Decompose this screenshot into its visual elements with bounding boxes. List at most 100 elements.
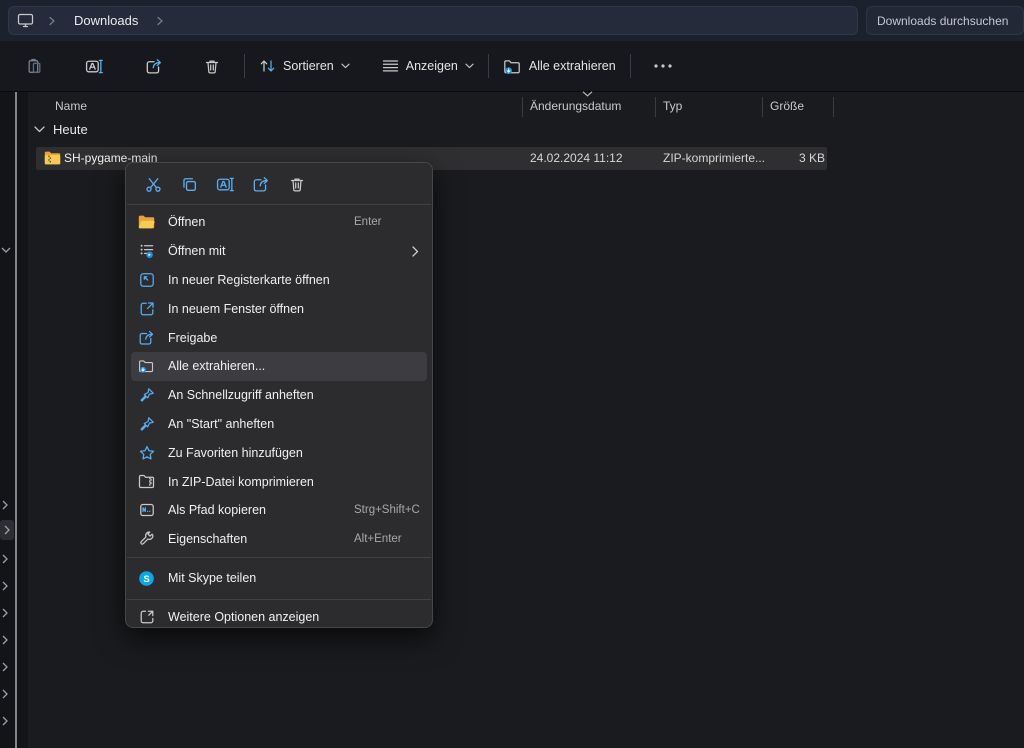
menu-item-favoriten[interactable]: Zu Favoriten hinzufügen xyxy=(131,438,427,467)
star-icon xyxy=(138,444,155,461)
rename-icon xyxy=(216,176,235,193)
menu-item-label: Als Pfad kopieren xyxy=(168,503,354,517)
menu-item-pfad-kopieren[interactable]: Als Pfad kopieren Strg+Shift+C xyxy=(131,496,427,525)
column-header-size[interactable]: Größe xyxy=(770,99,804,113)
menu-item-weitere-optionen[interactable]: Weitere Optionen anzeigen xyxy=(131,603,427,628)
menu-item-label: Mit Skype teilen xyxy=(168,571,354,585)
menu-item-label: In neuem Fenster öffnen xyxy=(168,302,354,316)
group-header-heute[interactable]: Heute xyxy=(34,122,88,137)
menu-separator xyxy=(127,599,431,600)
more-ellipsis-icon xyxy=(654,64,672,68)
menu-item-oeffnen[interactable]: Öffnen Enter xyxy=(131,208,427,237)
open-with-icon xyxy=(138,243,155,260)
column-resizer[interactable] xyxy=(522,97,523,117)
menu-item-label: Öffnen mit xyxy=(168,244,354,258)
tree-expand-chevron-icon[interactable] xyxy=(1,689,9,699)
more-options-button[interactable] xyxy=(637,48,689,84)
open-in-new-tab-icon xyxy=(138,271,155,288)
delete-button[interactable] xyxy=(186,48,238,84)
address-bar[interactable]: Downloads xyxy=(8,6,858,35)
column-resizer[interactable] xyxy=(655,97,656,117)
share-button[interactable] xyxy=(128,48,180,84)
menu-item-label: An Schnellzugriff anheften xyxy=(168,388,354,402)
file-size: 3 KB xyxy=(746,151,825,165)
tree-expand-chevron-icon[interactable] xyxy=(1,608,9,618)
trash-icon xyxy=(204,58,220,75)
menu-separator xyxy=(127,557,431,558)
menu-item-label: In neuer Registerkarte öffnen xyxy=(168,273,354,287)
paste-button[interactable] xyxy=(8,48,60,84)
breadcrumb-chevron-icon xyxy=(48,16,56,26)
tree-expand-chevron-icon[interactable] xyxy=(1,554,9,564)
column-header-name[interactable]: Name xyxy=(55,99,87,113)
group-label: Heute xyxy=(53,122,88,137)
toolbar-separator xyxy=(244,54,245,78)
extract-folder-icon xyxy=(503,58,522,75)
sort-label: Sortieren xyxy=(283,59,334,73)
show-more-options-icon xyxy=(138,609,155,626)
rename-button[interactable] xyxy=(207,170,243,200)
pin-icon xyxy=(138,387,155,404)
menu-item-skype-teilen[interactable]: S Mit Skype teilen xyxy=(131,561,427,596)
toolbar-separator xyxy=(488,54,489,78)
menu-item-schnellzugriff-anheften[interactable]: An Schnellzugriff anheften xyxy=(131,381,427,410)
chevron-down-icon xyxy=(341,63,350,69)
rename-button[interactable] xyxy=(68,48,120,84)
column-header-modified[interactable]: Änderungsdatum xyxy=(530,99,621,113)
chevron-down-icon xyxy=(465,63,474,69)
menu-item-neue-registerkarte[interactable]: In neuer Registerkarte öffnen xyxy=(131,266,427,295)
menu-item-shortcut: Enter xyxy=(354,216,382,228)
menu-item-alle-extrahieren[interactable]: Alle extrahieren... xyxy=(131,352,427,381)
menu-item-freigabe[interactable]: Freigabe xyxy=(131,323,427,352)
breadcrumb-chevron-icon[interactable] xyxy=(156,16,164,26)
menu-item-zip-komprimieren[interactable]: In ZIP-Datei komprimieren xyxy=(131,467,427,496)
tree-expand-chevron-icon[interactable] xyxy=(0,520,14,540)
extract-all-icon xyxy=(138,358,155,375)
search-input[interactable]: Downloads durchsuchen xyxy=(866,6,1024,35)
file-modified: 24.02.2024 11:12 xyxy=(530,151,623,165)
share-button[interactable] xyxy=(243,170,279,200)
menu-item-shortcut: Alt+Enter xyxy=(354,533,402,545)
properties-wrench-icon xyxy=(138,531,155,548)
menu-item-neues-fenster[interactable]: In neuem Fenster öffnen xyxy=(131,294,427,323)
menu-item-start-anheften[interactable]: An "Start" anheften xyxy=(131,410,427,439)
share-icon xyxy=(145,58,163,75)
title-address-bar: Downloads Downloads durchsuchen xyxy=(0,0,1024,41)
menu-item-eigenschaften[interactable]: Eigenschaften Alt+Enter xyxy=(131,525,427,554)
copy-path-icon xyxy=(138,502,155,519)
copy-button[interactable] xyxy=(171,170,207,200)
navigation-pane-scrollbar[interactable] xyxy=(15,92,17,748)
tree-expand-chevron-icon[interactable] xyxy=(1,635,9,645)
extract-all-button[interactable]: Alle extrahieren xyxy=(495,48,624,84)
search-placeholder: Downloads durchsuchen xyxy=(877,14,1008,28)
command-toolbar: Sortieren Anzeigen Alle extrahieren xyxy=(0,41,1024,92)
context-menu: Öffnen Enter Öffnen mit In neuer Registe… xyxy=(125,162,433,628)
view-button[interactable]: Anzeigen xyxy=(374,48,482,84)
copy-icon xyxy=(181,176,198,193)
this-pc-monitor-icon[interactable] xyxy=(17,13,34,28)
tree-expand-chevron-icon[interactable] xyxy=(1,716,9,726)
menu-item-label: Öffnen xyxy=(168,215,354,229)
menu-item-label: Weitere Optionen anzeigen xyxy=(168,610,354,624)
tree-expand-chevron-icon[interactable] xyxy=(1,581,9,591)
column-resizer[interactable] xyxy=(833,97,834,117)
open-in-new-window-icon xyxy=(138,300,155,317)
column-header-type[interactable]: Typ xyxy=(663,99,682,113)
extract-all-label: Alle extrahieren xyxy=(529,59,616,73)
tree-expand-chevron-icon[interactable] xyxy=(1,662,9,672)
sort-descending-caret-icon xyxy=(582,91,593,97)
submenu-chevron-icon xyxy=(412,246,419,257)
menu-item-label: Zu Favoriten hinzufügen xyxy=(168,446,354,460)
zip-folder-icon xyxy=(44,151,61,165)
quick-actions-row xyxy=(126,168,432,201)
menu-item-shortcut: Strg+Shift+C xyxy=(354,504,420,516)
menu-item-oeffnen-mit[interactable]: Öffnen mit xyxy=(131,237,427,266)
group-collapse-chevron-icon[interactable] xyxy=(34,126,45,133)
tree-expand-chevron-icon[interactable] xyxy=(1,245,11,255)
breadcrumb-downloads[interactable]: Downloads xyxy=(70,11,142,30)
column-resizer[interactable] xyxy=(762,97,763,117)
tree-expand-chevron-icon[interactable] xyxy=(1,500,9,510)
cut-button[interactable] xyxy=(135,170,171,200)
sort-button[interactable]: Sortieren xyxy=(251,48,358,84)
delete-button[interactable] xyxy=(279,170,315,200)
